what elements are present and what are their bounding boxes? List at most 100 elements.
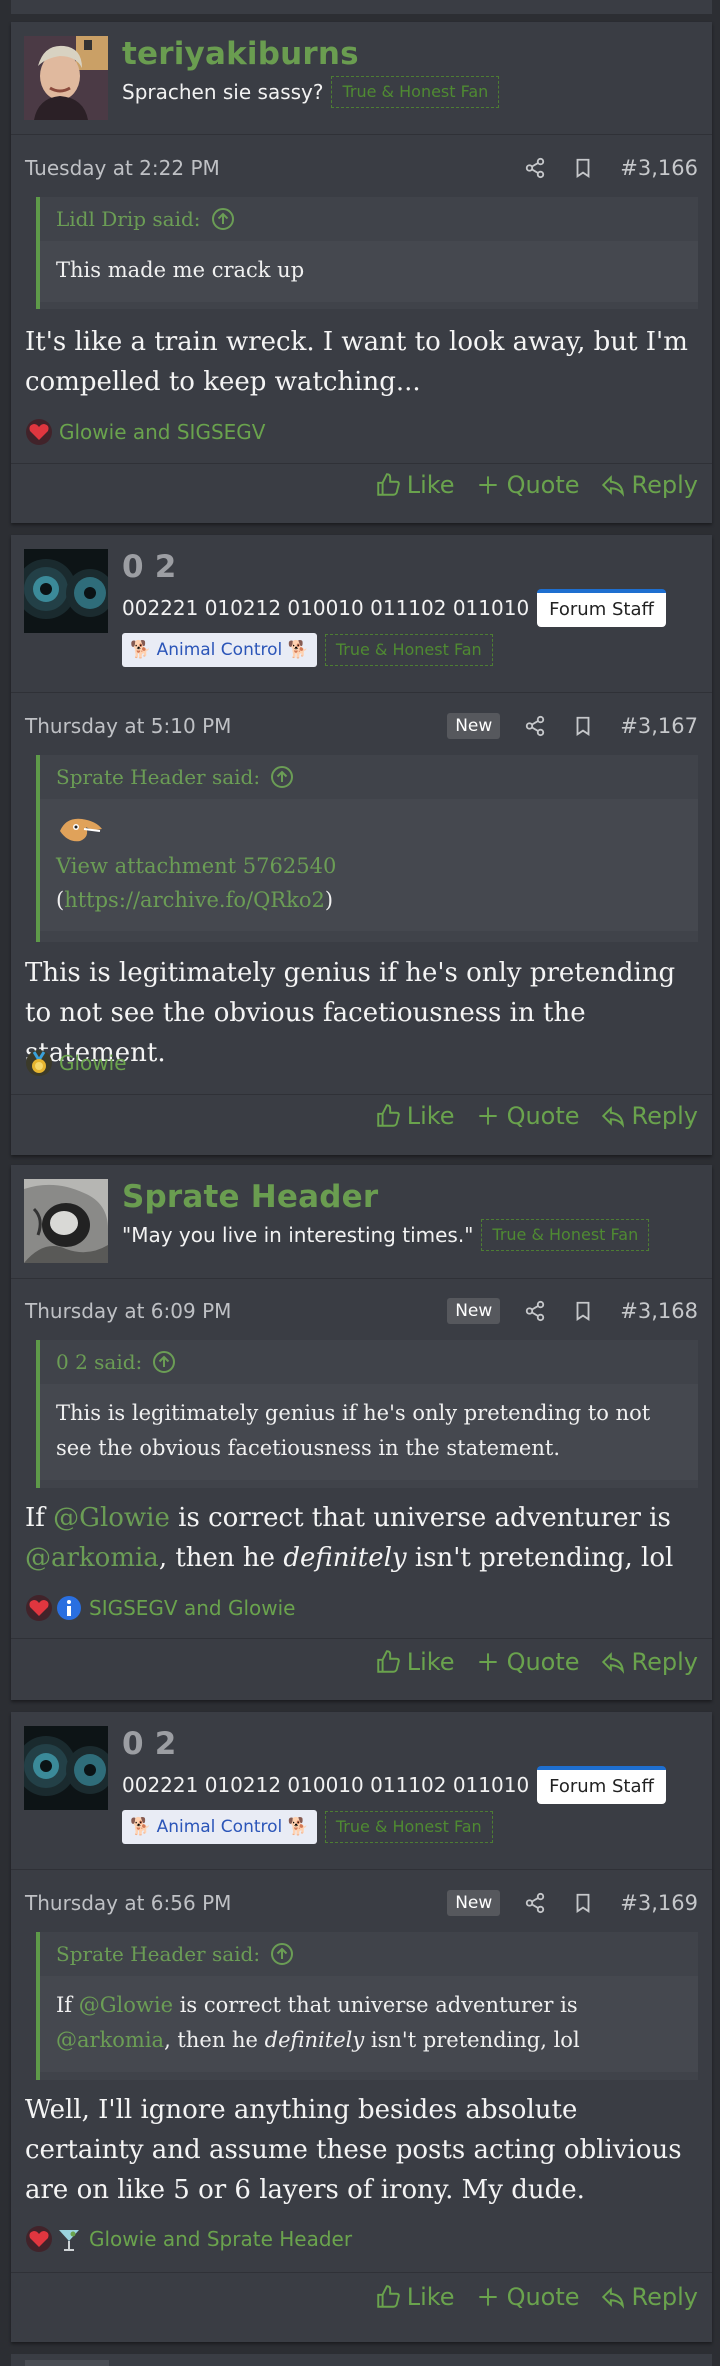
post-actions: Like Quote Reply	[375, 1096, 698, 1136]
post-number[interactable]: #3,167	[620, 714, 698, 738]
post-date[interactable]: Thursday at 5:10 PM	[25, 714, 447, 738]
thumbs-up-icon	[376, 2285, 400, 2308]
bookmark-icon[interactable]	[572, 157, 594, 179]
next-avatar-edge	[25, 2360, 109, 2366]
animal-control-badge: 🐕 Animal Control 🐕	[122, 1810, 317, 1844]
reply-button[interactable]: Reply	[600, 2283, 698, 2311]
like-button[interactable]: Like	[375, 471, 455, 499]
thread-page: teriyakiburns Sprachen sie sassy? True &…	[0, 0, 720, 2366]
thumbs-up-icon	[376, 1104, 400, 1127]
post-number[interactable]: #3,166	[620, 156, 698, 180]
reply-label: Reply	[631, 1102, 698, 1130]
arrow-up-circle-icon[interactable]	[152, 1350, 176, 1374]
reactions-bar[interactable]: Glowie and Sprate Header	[25, 2224, 698, 2254]
true-honest-fan-badge: True & Honest Fan	[481, 1219, 650, 1251]
username[interactable]: 0 2	[122, 549, 698, 585]
arrow-up-circle-icon[interactable]	[211, 207, 235, 231]
reactions-bar[interactable]: Glowie and SIGSEGV	[25, 417, 698, 447]
quote-text: This is legitimately genius if he's only…	[56, 1401, 651, 1460]
reaction-names[interactable]: SIGSEGV and Glowie	[89, 1596, 295, 1620]
attachment-thumbnail[interactable]	[56, 811, 682, 849]
attachment-link[interactable]: View attachment 5762540	[56, 849, 682, 883]
quote-author[interactable]: 0 2 said:	[56, 1350, 142, 1374]
reply-label: Reply	[631, 1648, 698, 1676]
heart-icon	[26, 1595, 52, 1621]
quote-header[interactable]: Lidl Drip said:	[40, 197, 698, 241]
quote-author[interactable]: Sprate Header said:	[56, 1942, 260, 1966]
quote-button[interactable]: Quote	[475, 1102, 580, 1130]
quote-block: Sprate Header said: If @Glowie is correc…	[36, 1932, 698, 2080]
username[interactable]: 0 2	[122, 1726, 698, 1762]
divider	[11, 692, 712, 693]
post-date[interactable]: Thursday at 6:56 PM	[25, 1891, 447, 1915]
reply-button[interactable]: Reply	[600, 1648, 698, 1676]
reaction-names[interactable]: Glowie and SIGSEGV	[59, 420, 265, 444]
quote-author[interactable]: Sprate Header said:	[56, 765, 260, 789]
bookmark-icon[interactable]	[572, 1300, 594, 1322]
mention-link[interactable]: @arkomia	[56, 2028, 164, 2052]
plus-icon	[478, 1653, 497, 1671]
quote-author[interactable]: Lidl Drip said:	[56, 207, 201, 231]
quote-button[interactable]: Quote	[475, 1648, 580, 1676]
post-date[interactable]: Thursday at 6:09 PM	[25, 1299, 447, 1323]
reactions-bar[interactable]: Glowie	[25, 1048, 698, 1078]
post-actions: Like Quote Reply	[375, 1642, 698, 1682]
reply-button[interactable]: Reply	[600, 1102, 698, 1130]
like-button[interactable]: Like	[375, 1102, 455, 1130]
quote-header[interactable]: Sprate Header said:	[40, 755, 698, 799]
previous-post-edge	[11, 0, 712, 14]
archive-link[interactable]: https://archive.fo/QRko2	[64, 888, 325, 912]
quote-header[interactable]: 0 2 said:	[40, 1340, 698, 1384]
post: teriyakiburns Sprachen sie sassy? True &…	[11, 22, 712, 523]
quote-block: Lidl Drip said: This made me crack up	[36, 197, 698, 309]
quote-button[interactable]: Quote	[475, 2283, 580, 2311]
info-icon	[57, 1596, 81, 1620]
arrow-up-circle-icon[interactable]	[270, 1942, 294, 1966]
thumbs-up-icon	[376, 1650, 400, 1673]
quote-block: Sprate Header said: View attachment 5762…	[36, 755, 698, 942]
reply-label: Reply	[631, 471, 698, 499]
post-date[interactable]: Tuesday at 2:22 PM	[25, 156, 524, 180]
reaction-names[interactable]: Glowie and Sprate Header	[89, 2227, 352, 2251]
quote-text-part: If	[56, 1993, 79, 2017]
like-label: Like	[406, 1648, 455, 1676]
avatar[interactable]	[24, 549, 108, 633]
share-icon[interactable]	[524, 157, 546, 179]
mention-link[interactable]: @arkomia	[25, 1543, 159, 1573]
post: 0 2 002221 010212 010010 011102 011010 F…	[11, 535, 712, 1155]
emphasis-text: definitely	[264, 2028, 365, 2052]
bookmark-icon[interactable]	[572, 715, 594, 737]
reactions-bar[interactable]: SIGSEGV and Glowie	[25, 1593, 698, 1623]
divider	[11, 1638, 712, 1639]
like-button[interactable]: Like	[375, 1648, 455, 1676]
share-icon[interactable]	[524, 1300, 546, 1322]
like-label: Like	[406, 2283, 455, 2311]
username[interactable]: teriyakiburns	[122, 36, 698, 72]
avatar[interactable]	[24, 1726, 108, 1810]
quote-block: 0 2 said: This is legitimately genius if…	[36, 1340, 698, 1488]
quote-header[interactable]: Sprate Header said:	[40, 1932, 698, 1976]
reply-icon	[601, 2287, 624, 2309]
avatar[interactable]	[24, 36, 108, 120]
post-number[interactable]: #3,168	[620, 1299, 698, 1323]
reply-icon	[601, 475, 624, 497]
post-meta: Thursday at 5:10 PM New #3,167	[25, 710, 698, 742]
username[interactable]: Sprate Header	[122, 1179, 698, 1215]
mention-link[interactable]: @Glowie	[53, 1503, 170, 1533]
post-number[interactable]: #3,169	[620, 1891, 698, 1915]
quote-text-part: is correct that universe adventurer is	[173, 1993, 578, 2017]
cocktail-icon	[59, 2230, 79, 2251]
quote-button[interactable]: Quote	[475, 471, 580, 499]
new-badge: New	[447, 1298, 501, 1324]
mention-link[interactable]: @Glowie	[79, 1993, 173, 2017]
share-icon[interactable]	[524, 715, 546, 737]
avatar[interactable]	[24, 1179, 108, 1263]
bookmark-icon[interactable]	[572, 1892, 594, 1914]
reply-icon	[601, 1106, 624, 1128]
like-button[interactable]: Like	[375, 2283, 455, 2311]
share-icon[interactable]	[524, 1892, 546, 1914]
reply-button[interactable]: Reply	[600, 471, 698, 499]
arrow-up-circle-icon[interactable]	[270, 765, 294, 789]
divider	[11, 1094, 712, 1095]
reaction-names[interactable]: Glowie	[59, 1051, 127, 1075]
